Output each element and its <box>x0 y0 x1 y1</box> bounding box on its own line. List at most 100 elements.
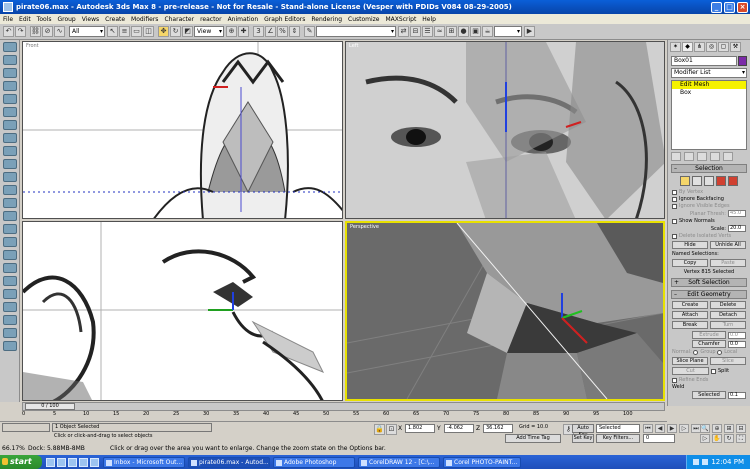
menu-maxscript[interactable]: MAXScript <box>386 16 417 23</box>
taskbar-item-photoshop[interactable]: Adobe Photoshop <box>273 456 355 468</box>
schematic-view-icon[interactable]: ⊞ <box>446 26 457 37</box>
tool-icon-23[interactable] <box>3 328 17 338</box>
menu-create[interactable]: Create <box>105 16 125 23</box>
zoom-extents-icon[interactable]: ⊞ <box>724 424 734 433</box>
y-coordinate-field[interactable]: -4.062 <box>444 424 474 433</box>
add-time-tag-button[interactable]: Add Time Tag <box>505 434 561 443</box>
track-bar[interactable]: 0 5 10 15 20 25 30 35 40 45 50 55 60 65 … <box>0 411 667 422</box>
tool-icon-1[interactable] <box>3 42 17 52</box>
object-name-field[interactable]: Box01 <box>671 56 747 66</box>
maximize-button[interactable]: □ <box>724 1 735 13</box>
taskbar-item-photopaint[interactable]: Corel PHOTO-PAINT... <box>443 456 521 468</box>
absolute-mode-icon[interactable]: ⊡ <box>386 424 397 435</box>
render-type-dropdown[interactable] <box>494 26 522 37</box>
move-icon[interactable]: ✥ <box>158 26 169 37</box>
menu-customize[interactable]: Customize <box>348 16 380 23</box>
tool-icon-6[interactable] <box>3 107 17 117</box>
window-crossing-icon[interactable]: ◫ <box>143 26 154 37</box>
viewport-label-perspective[interactable]: Perspective <box>350 224 379 230</box>
modifier-list-dropdown[interactable]: Modifier List <box>671 68 747 78</box>
tool-icon-4[interactable] <box>3 81 17 91</box>
tool-icon-22[interactable] <box>3 315 17 325</box>
layer-manager-icon[interactable]: ☰ <box>422 26 433 37</box>
manipulate-icon[interactable]: ✚ <box>238 26 249 37</box>
edge-mode-icon[interactable] <box>692 176 702 186</box>
auto-key-button[interactable]: Auto Key <box>572 424 594 438</box>
named-sel-sets-icon[interactable]: ✎ <box>304 26 315 37</box>
fov-icon[interactable]: ▷ <box>700 434 710 443</box>
stack-item-box[interactable]: Box <box>672 89 746 97</box>
configure-modifier-sets-icon[interactable] <box>723 152 733 161</box>
lock-selection-icon[interactable]: 🔒 <box>374 424 385 435</box>
key-filters-button[interactable]: Key Filters... <box>596 434 640 443</box>
ignore-backfacing-checkbox[interactable]: Ignore Backfacing <box>672 196 746 202</box>
tool-icon-10[interactable] <box>3 159 17 169</box>
render-scene-icon[interactable]: ▣ <box>470 26 481 37</box>
maxscript-listener-mini[interactable] <box>2 423 50 432</box>
zoom-icon[interactable]: 🔍 <box>700 424 710 433</box>
pivot-center-icon[interactable]: ⊕ <box>226 26 237 37</box>
stack-item-edit-mesh[interactable]: Edit Mesh <box>672 81 746 89</box>
minimize-button[interactable]: _ <box>711 1 722 13</box>
refine-ends-checkbox[interactable]: Refine Ends <box>672 377 746 383</box>
z-coordinate-field[interactable]: 36.162 <box>483 424 513 433</box>
vertex-mode-icon[interactable] <box>680 176 690 186</box>
rotate-icon[interactable]: ↻ <box>170 26 181 37</box>
make-unique-icon[interactable] <box>697 152 707 161</box>
quick-launch-icon-3[interactable] <box>68 457 77 467</box>
tool-icon-13[interactable] <box>3 198 17 208</box>
quick-launch-icon-4[interactable] <box>79 457 88 467</box>
selection-filter-dropdown[interactable]: All <box>69 26 105 37</box>
tool-icon-17[interactable] <box>3 250 17 260</box>
tool-icon-12[interactable] <box>3 185 17 195</box>
break-button[interactable]: Break <box>672 321 708 329</box>
spinner-snap-icon[interactable]: ⇕ <box>289 26 300 37</box>
tool-icon-14[interactable] <box>3 211 17 221</box>
scale-spinner[interactable]: Scale: 20.0 <box>672 225 746 232</box>
mirror-icon[interactable]: ⇄ <box>398 26 409 37</box>
element-mode-icon[interactable] <box>728 176 738 186</box>
key-set-dropdown[interactable]: Selected <box>596 424 640 433</box>
ref-coord-dropdown[interactable]: View <box>194 26 224 37</box>
tool-icon-11[interactable] <box>3 172 17 182</box>
menu-edit[interactable]: Edit <box>19 16 31 23</box>
next-frame-icon[interactable]: ▷ <box>679 424 689 433</box>
play-icon[interactable]: ▶ <box>667 424 677 433</box>
tool-icon-24[interactable] <box>3 341 17 351</box>
planar-thresh-spinner[interactable]: Planar Thresh: 45.0 <box>672 210 746 217</box>
weld-selected-spinner[interactable]: Selected 0.1 <box>672 391 746 399</box>
time-slider-thumb[interactable]: 0 / 100 <box>25 403 75 410</box>
snaps-icon[interactable]: 3 <box>253 26 264 37</box>
modify-tab-icon[interactable]: ◆ <box>682 42 693 52</box>
material-editor-icon[interactable]: ● <box>458 26 469 37</box>
close-button[interactable]: × <box>737 1 748 13</box>
taskbar-item-coreldraw[interactable]: CorelDRAW 12 - [C:\... <box>358 456 440 468</box>
menu-help[interactable]: Help <box>422 16 436 23</box>
taskbar-item-3dsmax[interactable]: pirate06.max - Autod... <box>188 456 270 468</box>
ignore-visible-edges-checkbox[interactable]: Ignore Visible Edges <box>672 203 746 209</box>
quick-launch-icon-5[interactable] <box>90 457 99 467</box>
named-selection-sets-dropdown[interactable] <box>316 26 396 37</box>
detach-button[interactable]: Detach <box>710 311 746 319</box>
turn-button[interactable]: Turn <box>710 321 746 329</box>
angle-snap-icon[interactable]: ∠ <box>265 26 276 37</box>
tool-icon-16[interactable] <box>3 237 17 247</box>
current-frame-field[interactable]: 0 <box>643 434 675 443</box>
tool-icon-18[interactable] <box>3 263 17 273</box>
tool-icon-8[interactable] <box>3 133 17 143</box>
object-color-swatch[interactable] <box>738 56 747 66</box>
extrude-spinner[interactable]: Extrude 0.0 <box>672 331 746 339</box>
by-vertex-checkbox[interactable]: By Vertex <box>672 189 746 195</box>
prev-frame-icon[interactable]: ◀ <box>655 424 665 433</box>
menu-tools[interactable]: Tools <box>37 16 52 23</box>
selection-rollout-header[interactable]: Selection <box>671 164 747 173</box>
motion-tab-icon[interactable]: ◎ <box>706 42 717 52</box>
tool-icon-21[interactable] <box>3 302 17 312</box>
align-icon[interactable]: ⊟ <box>410 26 421 37</box>
undo-icon[interactable]: ↶ <box>3 26 14 37</box>
delete-isolated-checkbox[interactable]: Delete Isolated Verts <box>672 233 746 239</box>
set-key-button[interactable]: Set Key <box>572 434 594 443</box>
viewport-label-left[interactable]: Left <box>349 43 358 49</box>
create-button[interactable]: Create <box>672 301 708 309</box>
tray-volume-icon[interactable] <box>702 459 709 465</box>
